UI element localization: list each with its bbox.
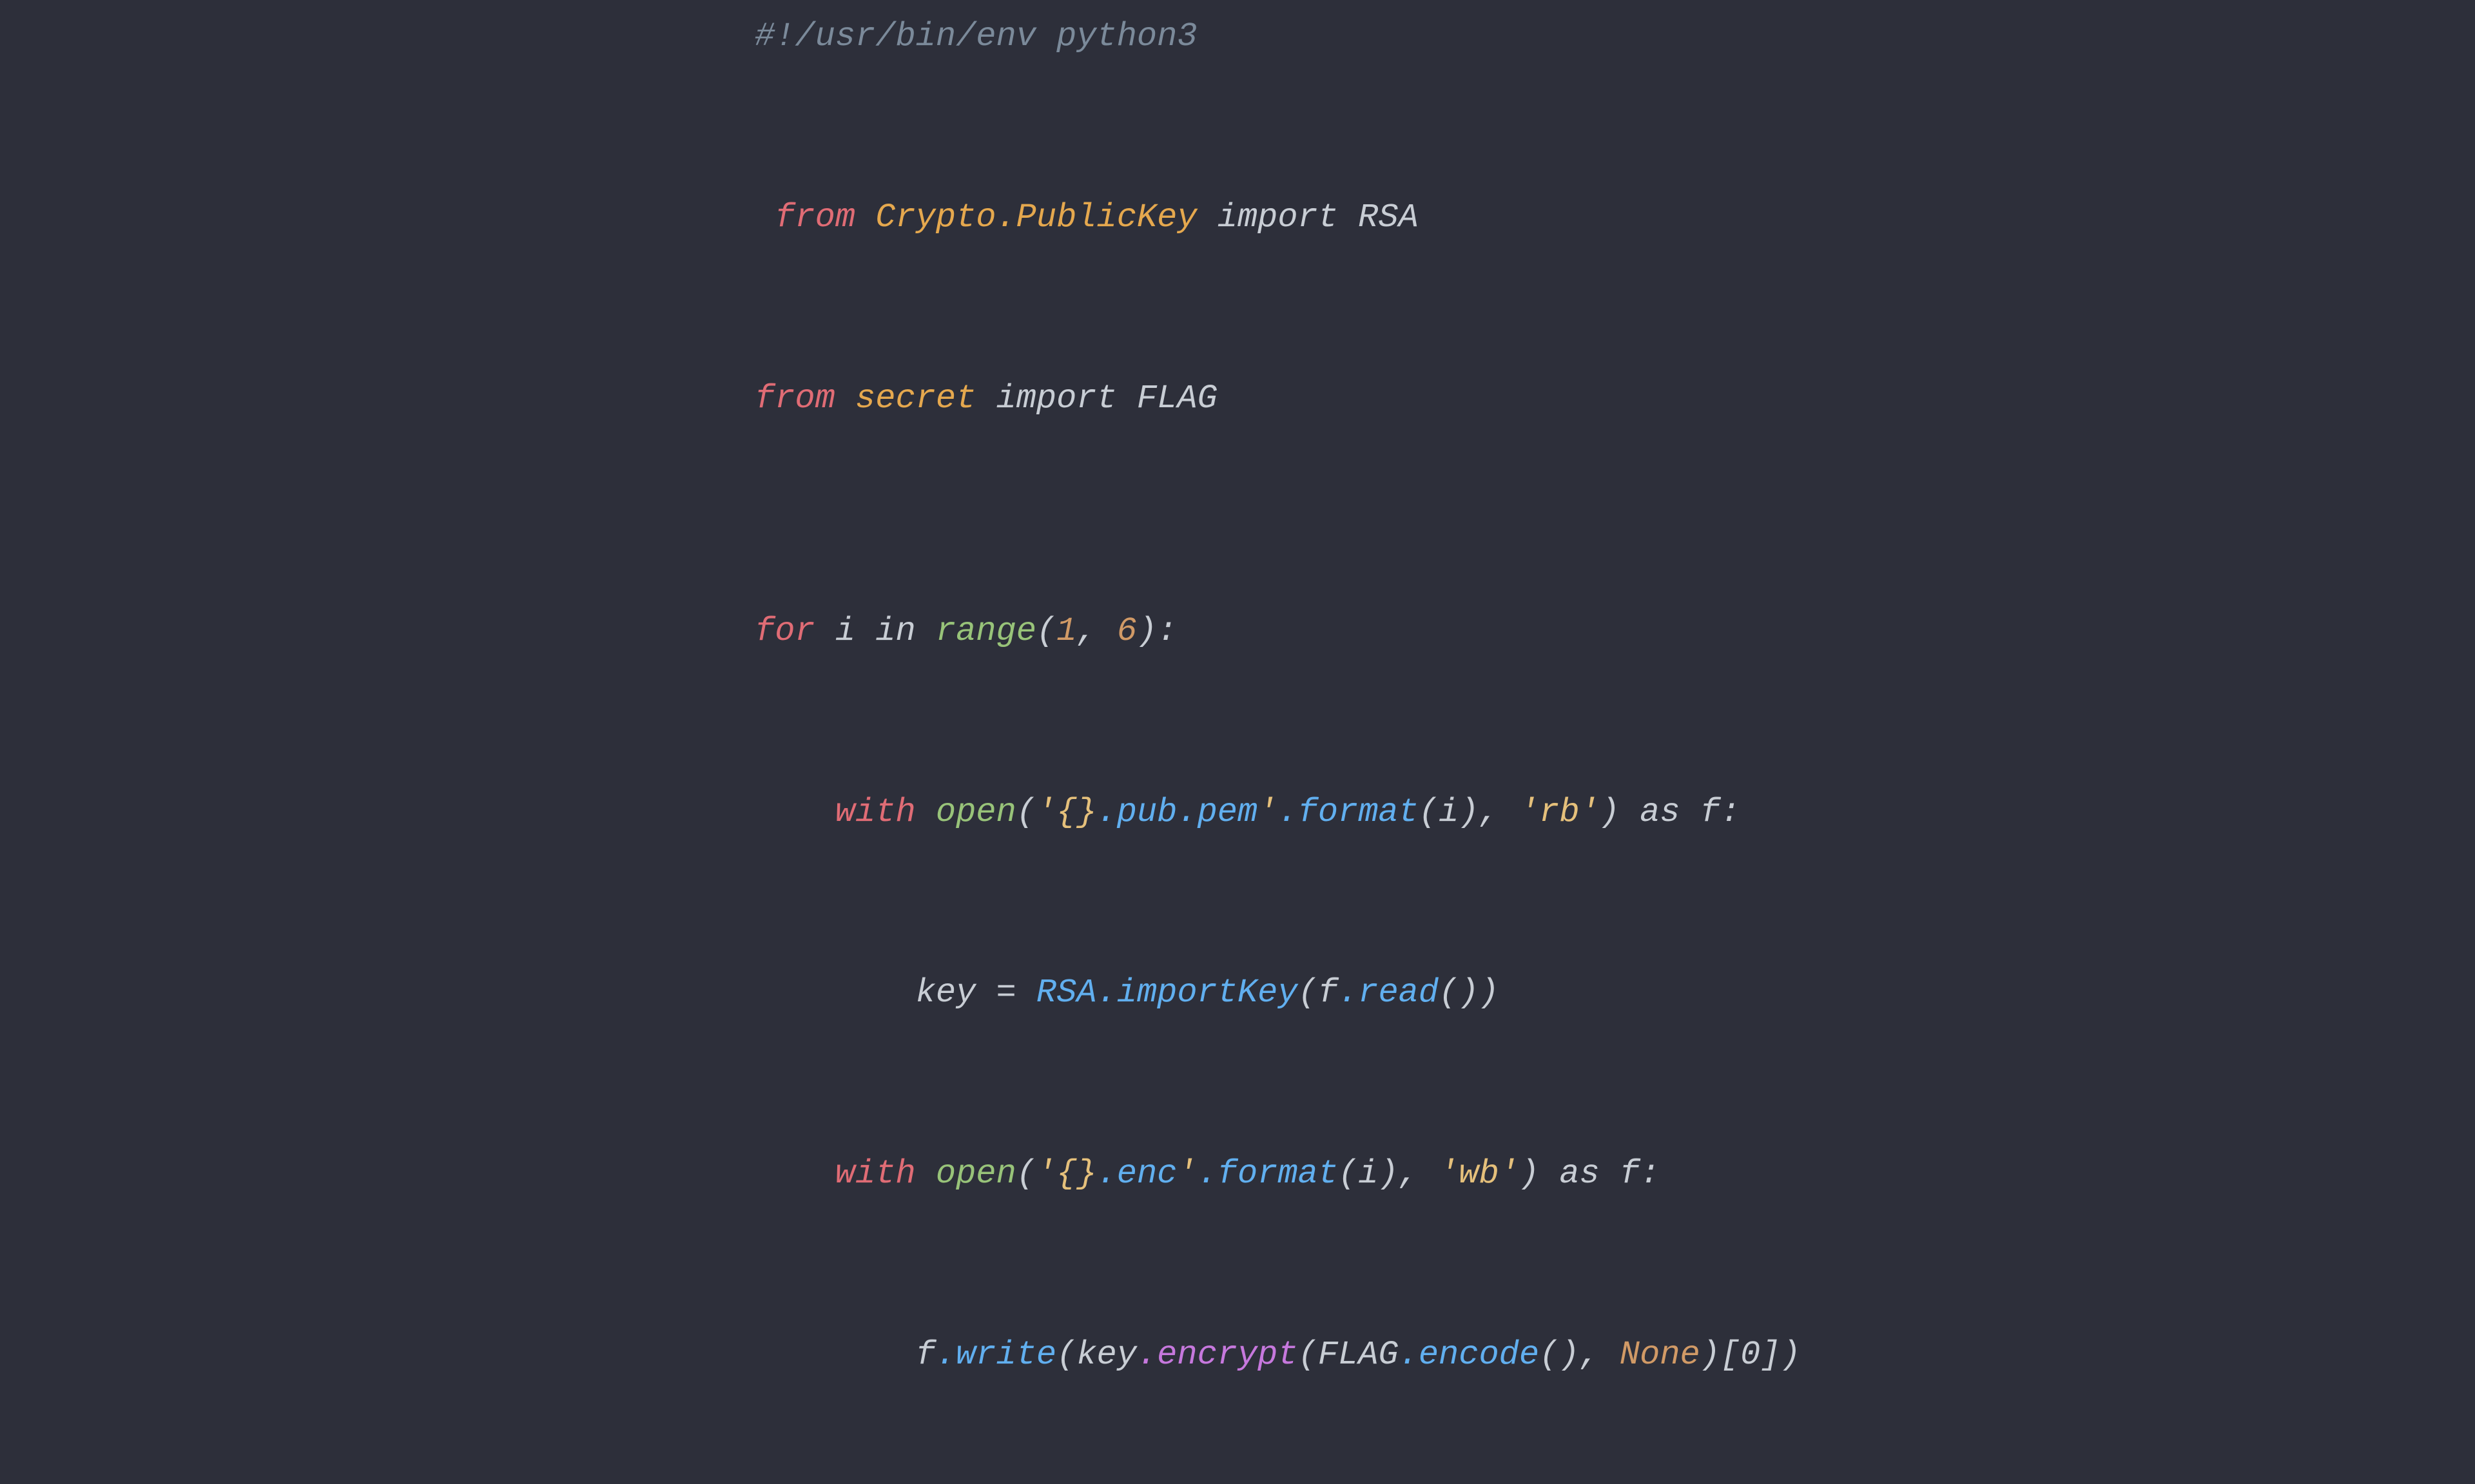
keyword-as-1: as	[1620, 793, 1700, 831]
paren-close-1: )	[1137, 612, 1157, 650]
keyword-as-2: as	[1539, 1155, 1620, 1193]
module-crypto: Crypto.PublicKey	[875, 198, 1197, 236]
dot-enc: .enc	[1097, 1155, 1178, 1193]
line-write: f.write(key.encrypt(FLAG.encode(), None)…	[674, 1264, 1801, 1445]
dot-pub: .pub.pem	[1097, 793, 1258, 831]
keyword-none: None	[1620, 1336, 1700, 1374]
class-rsa: RSA	[1036, 974, 1097, 1012]
keyword-import-2: import	[976, 380, 1137, 418]
paren-close-7: )	[1700, 1336, 1720, 1374]
comma-1: ,	[1076, 612, 1116, 650]
paren-close-4: )	[1479, 974, 1499, 1012]
paren-close-3: )	[1600, 793, 1620, 831]
var-f-4: f	[755, 1336, 936, 1374]
dot-format-2: .format	[1198, 1155, 1338, 1193]
dot-read: .read	[1338, 974, 1439, 1012]
paren-open-7: (	[1338, 1155, 1358, 1193]
string-end-1: '	[1257, 793, 1277, 831]
name-flag: FLAG	[1137, 380, 1218, 418]
paren-open-10: ()	[1539, 1336, 1579, 1374]
keyword-import-1: import	[1198, 198, 1359, 236]
keyword-with-1: with	[755, 793, 936, 831]
paren-open-1: (	[1036, 612, 1056, 650]
paren-close-2: )	[1459, 793, 1479, 831]
paren-open-8: (	[1056, 1336, 1076, 1374]
var-key: key	[755, 974, 996, 1012]
line-shebang: #!/usr/bin/env python3	[674, 0, 1801, 128]
string-rb: 'rb'	[1519, 793, 1600, 831]
paren-open-6: (	[1016, 1155, 1036, 1193]
keyword-from-1: from	[755, 198, 875, 236]
builtin-open-1: open	[936, 793, 1016, 831]
line-key: key = RSA.importKey(f.read())	[674, 903, 1801, 1084]
string-pub-pem: '{}	[1036, 793, 1097, 831]
paren-close-5: )	[1378, 1155, 1398, 1193]
string-enc: '{}	[1036, 1155, 1097, 1193]
dot-encode: .encode	[1399, 1336, 1539, 1374]
var-key-2: key	[1076, 1336, 1137, 1374]
keyword-in: in	[875, 612, 936, 650]
op-equals: =	[996, 974, 1036, 1012]
colon-1: :	[1157, 612, 1177, 650]
dot-format-1: .format	[1277, 793, 1418, 831]
module-secret: secret	[855, 380, 976, 418]
blank-line-1	[674, 489, 1801, 541]
paren-open-5: ()	[1439, 974, 1479, 1012]
paren-close-6: )	[1519, 1155, 1539, 1193]
paren-open-3: (	[1419, 793, 1439, 831]
comma-3: ,	[1399, 1155, 1439, 1193]
colon-2: :	[1720, 793, 1740, 831]
code-block: #!/usr/bin/env python3 from Crypto.Publi…	[623, 0, 1852, 1484]
var-f-2: f	[1318, 974, 1338, 1012]
dot-write: .write	[936, 1336, 1056, 1374]
var-i-2: i	[1439, 793, 1459, 831]
comma-2: ,	[1479, 793, 1519, 831]
number-6: 6	[1117, 612, 1137, 650]
bracket-0: [0]	[1720, 1336, 1781, 1374]
keyword-with-2: with	[755, 1155, 936, 1193]
keyword-for: for	[755, 612, 835, 650]
colon-3: :	[1640, 1155, 1660, 1193]
comma-4: ,	[1580, 1336, 1620, 1374]
line-for: for i in range(1, 6):	[674, 541, 1801, 722]
dot-importkey: .importKey	[1097, 974, 1298, 1012]
var-i-1: i	[835, 612, 875, 650]
string-wb: 'wb'	[1439, 1155, 1519, 1193]
line-with1: with open('{}.pub.pem'.format(i), 'rb') …	[674, 722, 1801, 903]
number-1: 1	[1056, 612, 1076, 650]
line-with2: with open('{}.enc'.format(i), 'wb') as f…	[674, 1084, 1801, 1265]
shebang-text: #!/usr/bin/env python3	[755, 17, 1198, 55]
dot-encrypt: .encrypt	[1137, 1336, 1298, 1374]
name-flag-2: FLAG	[1318, 1336, 1399, 1374]
paren-open-9: (	[1298, 1336, 1318, 1374]
paren-close-8: )	[1781, 1336, 1801, 1374]
paren-open-4: (	[1298, 974, 1318, 1012]
builtin-range: range	[936, 612, 1036, 650]
paren-open-2: (	[1016, 793, 1036, 831]
builtin-open-2: open	[936, 1155, 1016, 1193]
var-f-1: f	[1700, 793, 1720, 831]
line-import2: from secret import FLAG	[674, 308, 1801, 489]
var-f-3: f	[1620, 1155, 1640, 1193]
line-import1: from Crypto.PublicKey import RSA	[674, 128, 1801, 309]
keyword-from-2: from	[755, 380, 855, 418]
name-rsa: RSA	[1358, 198, 1419, 236]
var-i-3: i	[1358, 1155, 1378, 1193]
string-end-2: '	[1177, 1155, 1197, 1193]
